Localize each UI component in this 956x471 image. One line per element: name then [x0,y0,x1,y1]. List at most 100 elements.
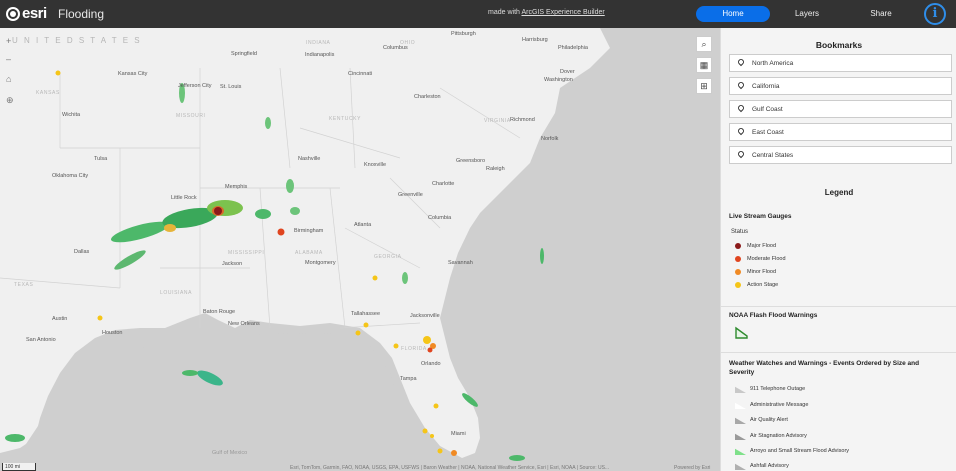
zoom-out-button[interactable]: – [6,54,11,64]
city-label: Oklahoma City [52,173,89,179]
city-label: Washington [544,77,573,83]
city-label: Knoxville [364,162,387,168]
city-label: Orlando [421,361,441,367]
legend-label: Major Flood [747,243,777,249]
legend-label: Action Stage [747,282,779,288]
info-button[interactable]: i [924,3,946,25]
gauge-point [55,70,61,76]
city-label: Charleston [414,94,441,100]
gauge-point [214,207,222,215]
flash-flood-polygon-icon [735,326,748,339]
bookmark-north-america[interactable]: North America [729,54,952,72]
legend-divider [721,306,956,307]
action-stage-symbol [735,282,741,288]
legend-arroyo-flood: Arroyo and Small Stream Flood Advisory [735,446,849,455]
city-label: Kansas City [118,71,148,77]
measure-icon[interactable]: ⊞ [696,78,712,94]
state-label: ALABAMA [295,250,323,256]
radar-cell [402,272,408,284]
bookmark-gulf-coast[interactable]: Gulf Coast [729,100,952,118]
city-label: Norfolk [541,136,559,142]
legend-title: Legend [824,188,854,197]
city-label: Dover [560,69,575,75]
watches-layer-title: Weather Watches and Warnings - Events Or… [729,360,920,376]
experience-builder-link[interactable]: ArcGIS Experience Builder [521,9,604,16]
state-label: KANSAS [36,90,60,96]
gauges-status-label: Status [731,229,749,235]
city-label: Jefferson City [178,83,212,89]
minor-flood-symbol [735,269,741,275]
map-attribution: Esri, TomTom, Garmin, FAO, NOAA, USGS, E… [290,465,610,471]
logo-text: esri [22,5,47,22]
bookmarks-title: Bookmarks [815,40,863,50]
legend-911-outage: 911 Telephone Outage [735,384,805,393]
gauge-point [277,228,285,236]
state-label: VIRGINIA [484,118,511,124]
bookmark-california[interactable]: California [729,77,952,95]
noaa-layer-title: NOAA Flash Flood Warnings [729,312,818,319]
made-with-credit: made with ArcGIS Experience Builder [488,9,605,16]
radar-cell [265,117,271,129]
city-label: Jacksonville [410,313,440,319]
city-label: Raleigh [486,166,505,172]
radar-cell [164,224,176,232]
app-root: esri Flooding made with ArcGIS Experienc… [0,0,956,471]
state-label: GEORGIA [374,254,402,260]
sidebar-panel: Bookmarks North America California Gulf … [720,28,956,471]
map-pin-icon [738,105,744,113]
scale-bar: 100 mi [2,463,36,471]
bookmark-east-coast[interactable]: East Coast [729,123,952,141]
tab-share[interactable]: Share [862,6,900,22]
city-label: Tulsa [94,156,108,162]
radar-cell [182,370,198,376]
radar-cell [255,209,271,219]
app-header: esri Flooding made with ArcGIS Experienc… [0,0,956,28]
legend-admin-message: Administrative Message [735,400,808,409]
tab-home[interactable]: Home [696,6,770,22]
esri-logo[interactable]: esri [6,5,47,22]
basemap [0,28,720,471]
city-label: Philadelphia [558,45,588,51]
gauge-point [97,315,103,321]
gauge-point [427,347,433,353]
gauge-point [363,322,369,328]
bookmark-label: Gulf Coast [752,105,783,113]
zoom-in-button[interactable]: + [6,36,11,46]
legend-label: Air Stagnation Advisory [750,432,807,439]
powered-by[interactable]: Powered by Esri [674,465,710,471]
city-label: Tampa [400,376,417,382]
city-label: Miami [451,431,466,437]
city-label: New Orleans [228,321,260,327]
home-icon[interactable]: ⌂ [6,74,11,84]
city-label: Baton Rouge [203,309,236,315]
tab-layers[interactable]: Layers [788,6,826,22]
gauge-point [422,428,428,434]
radar-cell [540,248,544,264]
legend-label: 911 Telephone Outage [750,385,806,392]
air-stagnation-symbol [735,433,746,440]
basemap-gallery-icon[interactable]: ▦ [696,57,712,73]
radar-cell [290,207,300,215]
city-label: Cincinnati [348,71,373,77]
legend-label: Air Quality Alert [750,416,788,423]
map-pin-icon [738,59,744,67]
city-label: Indianapolis [305,52,335,58]
bookmark-central-states[interactable]: Central States [729,146,952,164]
city-label: Greensboro [456,158,486,164]
legend-label: Administrative Message [750,401,809,408]
legend-air-stagnation: Air Stagnation Advisory [735,431,807,440]
city-label: Greenville [398,192,423,198]
locate-icon[interactable]: ⊕ [6,95,14,106]
state-label: MISSISSIPPI [228,250,265,256]
city-label: Nashville [298,156,321,162]
city-label: Harrisburg [522,37,548,43]
bookmark-label: California [752,82,780,90]
map-view[interactable]: U N I T E D S T A T E S KANSAS MISSOURI … [0,28,720,471]
city-label: Memphis [225,184,248,190]
legend-label: Minor Flood [747,269,777,275]
search-icon[interactable]: ⌕ [696,36,712,52]
gauge-point [372,275,378,281]
water-label: Gulf of Mexico [212,450,248,456]
globe-icon [6,6,20,21]
city-label: Columbus [383,45,408,51]
